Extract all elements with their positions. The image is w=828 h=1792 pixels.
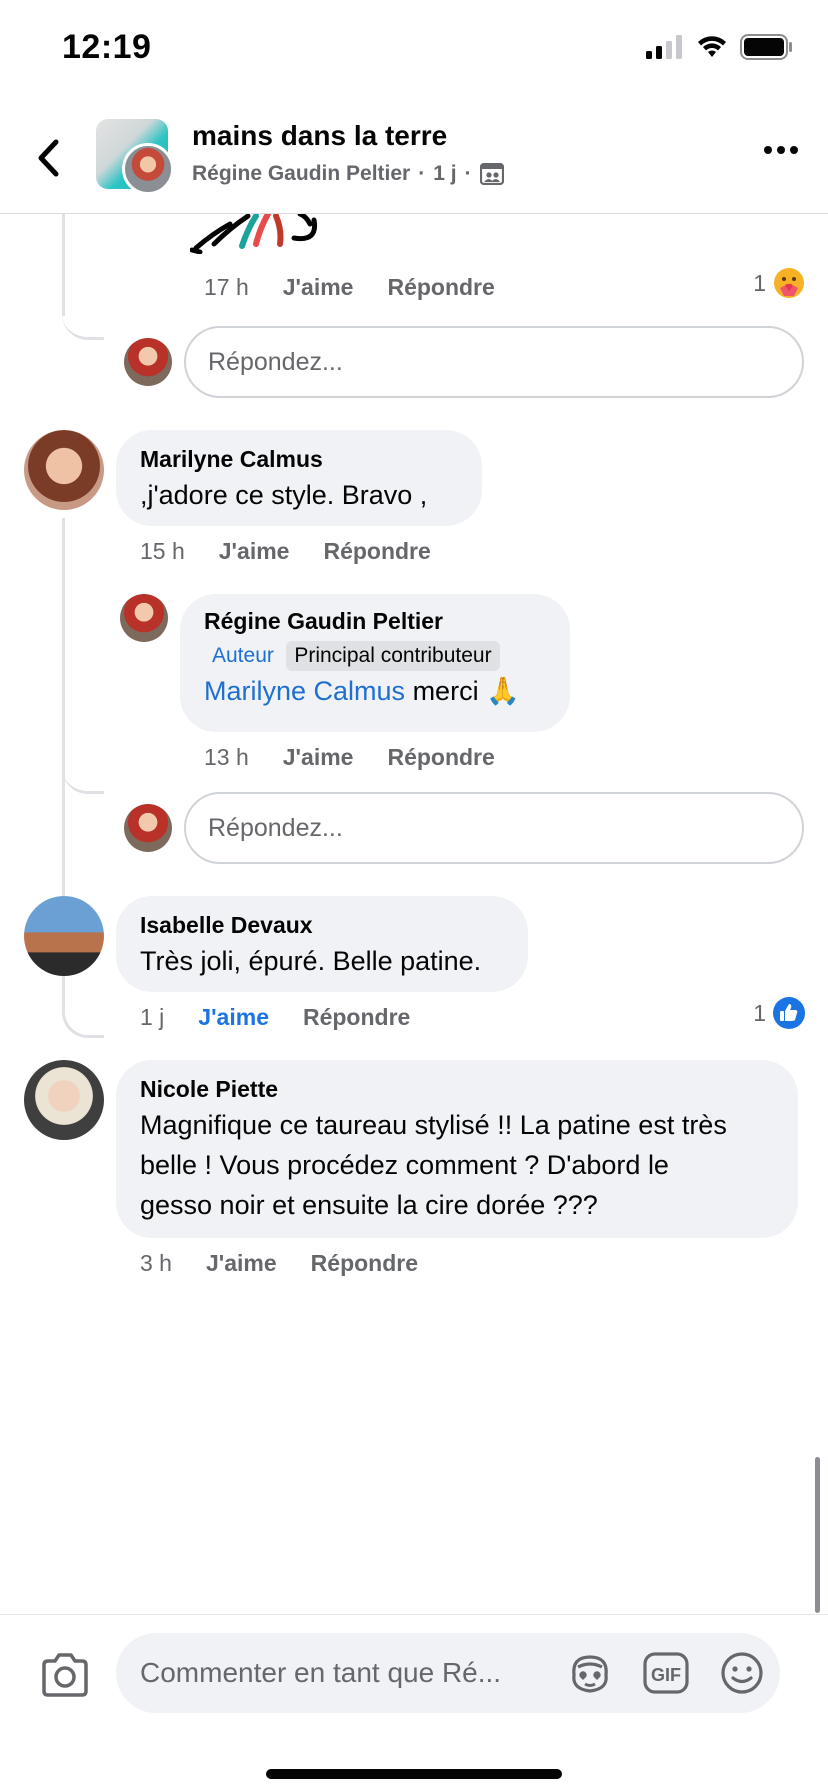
reaction-count[interactable]: 1 [753,996,806,1030]
reply-button[interactable]: Répondre [387,274,494,301]
post-age: 1 j [433,162,457,185]
separator: · [418,162,426,185]
comment-time: 17 h [204,274,249,300]
thread-connector [62,294,104,340]
comment-bubble[interactable]: Isabelle Devaux Très joli, épuré. Belle … [116,896,528,992]
comment-composer: Commenter en tant que Ré... GIF [0,1614,828,1792]
user-avatar [124,338,172,386]
reply-text: Marilyne Calmus merci 🙏 [204,671,546,711]
reply-button[interactable]: Répondre [387,744,494,771]
separator: · [464,162,472,185]
reply-author[interactable]: Régine Gaudin Peltier [204,608,546,635]
gif-icon: GIF [643,1652,689,1694]
user-avatar [124,804,172,852]
reply-button[interactable]: Répondre [303,1004,410,1031]
avatar-regine-gaudin-peltier[interactable] [120,594,168,642]
like-reaction-icon [773,997,805,1029]
comment-input[interactable]: Commenter en tant que Ré... GIF [116,1633,780,1713]
reply-input[interactable]: Répondez... [184,792,804,864]
comment-actions: 3 h J'aime Répondre [140,1250,418,1277]
dot [790,146,798,154]
reply-button[interactable]: Répondre [323,538,430,565]
comment-author[interactable]: Marilyne Calmus [140,446,458,473]
status-bar: 12:19 [0,0,828,100]
comment-actions: 17 h J'aime Répondre [204,274,495,301]
author-badge: Auteur [212,644,274,667]
like-button[interactable]: J'aime [283,274,354,301]
reply-input[interactable]: Répondez... [184,326,804,398]
post-header: mains dans la terre Régine Gaudin Peltie… [0,100,828,214]
care-reaction-icon [774,268,804,298]
avatar-isabelle-devaux[interactable] [24,896,104,976]
comment-time: 3 h [140,1250,172,1276]
emoji-button[interactable] [716,1647,768,1699]
comment-image-partial [190,214,318,254]
battery-icon [740,34,792,60]
comment-bubble[interactable]: Marilyne Calmus ,j'adore ce style. Bravo… [116,430,482,526]
wifi-icon [698,36,726,57]
camera-button[interactable] [38,1649,92,1703]
reply-body: merci 🙏 [405,676,520,706]
post-author[interactable]: Régine Gaudin Peltier [192,162,410,186]
group-name[interactable]: mains dans la terre [192,120,447,152]
comment-actions: 15 h J'aime Répondre [140,538,431,565]
group-privacy-icon [479,163,504,185]
reply-placeholder: Répondez... [208,347,343,376]
author-avatar [122,143,174,195]
reply-bubble[interactable]: Régine Gaudin Peltier Auteur Principal c… [180,594,570,732]
dot [764,146,772,154]
like-button[interactable]: J'aime [206,1250,277,1277]
comment-bubble[interactable]: Nicole Piette Magnifique ce taureau styl… [116,1060,798,1238]
comment-text-line: gesso noir et ensuite la cire dorée ??? [140,1190,598,1220]
status-time: 12:19 [62,28,152,66]
signal-icon [646,35,682,59]
chevron-left-icon [38,139,59,177]
comment-author[interactable]: Nicole Piette [140,1076,774,1103]
top-contributor-badge: Principal contributeur [286,641,500,671]
comment-placeholder: Commenter en tant que Ré... [140,1657,502,1688]
avatar-sticker-button[interactable] [564,1647,616,1699]
avatar-sticker-icon [572,1655,608,1693]
group-avatar[interactable] [96,119,174,195]
author-badges: Auteur Principal contributeur [204,635,546,671]
reply-actions: 13 h J'aime Répondre [204,744,495,771]
scrollbar[interactable] [815,1457,820,1613]
comment-text: ,j'adore ce style. Bravo , [140,480,428,510]
post-meta: Régine Gaudin Peltier · 1 j · [192,162,504,186]
reaction-number: 1 [753,999,766,1026]
reaction-number: 1 [753,269,766,296]
status-icons [646,34,794,60]
emoji-icon [721,1652,763,1694]
reply-placeholder: Répondez... [208,813,343,842]
avatar-nicole-piette[interactable] [24,1060,104,1140]
reaction-count[interactable]: 1 [753,266,806,300]
comment-actions: 1 j J'aime Répondre [140,1004,410,1031]
mention-link[interactable]: Marilyne Calmus [204,676,405,706]
more-options-button[interactable] [764,146,798,154]
like-button[interactable]: J'aime [283,744,354,771]
gif-label: GIF [651,1665,681,1685]
reply-time: 13 h [204,744,249,770]
like-button-active[interactable]: J'aime [198,1004,269,1031]
comment-time: 15 h [140,538,185,564]
comment-text-line: Magnifique ce taureau stylisé !! La pati… [140,1110,727,1140]
comment-text-line: belle ! Vous procédez comment ? D'abord … [140,1150,669,1180]
comment-author[interactable]: Isabelle Devaux [140,912,504,939]
thread-line [62,518,65,788]
camera-icon [42,1653,88,1697]
gif-button[interactable]: GIF [640,1647,692,1699]
reply-button[interactable]: Répondre [311,1250,418,1277]
comment-time: 1 j [140,1004,165,1030]
dot [777,146,785,154]
home-indicator[interactable] [266,1769,562,1779]
comments-list: 17 h J'aime Répondre 1 Répondez... Maril… [0,214,828,1614]
like-button[interactable]: J'aime [219,538,290,565]
back-button[interactable] [28,134,68,182]
avatar-marilyne-calmus[interactable] [24,430,104,510]
comment-text: Très joli, épuré. Belle patine. [140,946,482,976]
